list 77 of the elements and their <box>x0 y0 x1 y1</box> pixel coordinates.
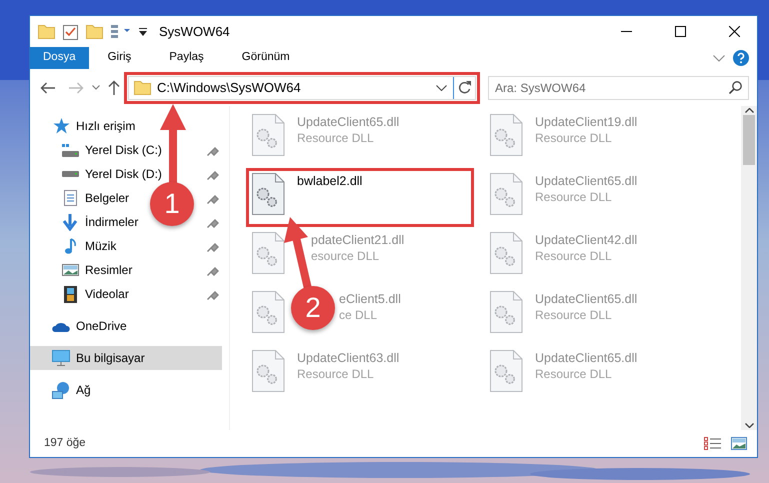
checklist-icon[interactable] <box>63 24 78 40</box>
ribbon-tab[interactable]: Görünüm <box>222 47 309 69</box>
pin-icon[interactable] <box>207 240 219 252</box>
landscape-image-icon <box>62 264 78 276</box>
gear-file-icon[interactable] <box>490 232 523 274</box>
computer-icon <box>52 350 70 366</box>
document-icon <box>64 190 76 206</box>
pin-icon[interactable] <box>207 288 219 300</box>
pin-icon[interactable] <box>207 144 219 156</box>
search-icon <box>729 81 742 94</box>
window-title: SysWOW64 <box>159 22 231 41</box>
file-type: Resource DLL <box>297 366 375 382</box>
folder-icon[interactable] <box>86 24 103 40</box>
sidebar-item[interactable]: İndirmeler <box>61 213 138 231</box>
sidebar-item[interactable]: OneDrive <box>52 317 127 335</box>
drive-icon <box>62 144 78 156</box>
gear-file-icon[interactable] <box>252 350 285 392</box>
item-count: 197 öğe <box>44 436 87 451</box>
forward-icon[interactable] <box>69 82 84 94</box>
scroll-up-icon[interactable] <box>744 108 754 113</box>
ribbon-tab[interactable]: Paylaş <box>150 47 223 69</box>
gear-file-icon[interactable] <box>490 114 523 156</box>
sidebar-item[interactable]: Hızlı erişim <box>52 117 136 135</box>
gear-file-icon[interactable] <box>490 173 523 215</box>
download-arrow-icon <box>62 214 78 230</box>
back-icon[interactable] <box>40 82 55 94</box>
network-icon <box>52 382 70 398</box>
pin-icon[interactable] <box>207 192 219 204</box>
file-tab[interactable]: Dosya <box>30 47 89 69</box>
scroll-down-icon[interactable] <box>744 423 754 428</box>
sidebar-item[interactable]: Yerel Disk (C:) <box>61 141 162 159</box>
sidebar-item[interactable]: Müzik <box>61 237 116 255</box>
cloud-icon <box>52 320 70 332</box>
search-field[interactable]: Ara: SysWOW64 <box>488 76 749 100</box>
gear-file-icon[interactable] <box>252 173 285 215</box>
file-name[interactable]: bwlabel2.dll <box>297 173 362 189</box>
music-note-icon <box>64 238 76 254</box>
chevron-down-icon[interactable] <box>713 54 725 62</box>
file-type: Resource DLL <box>535 307 613 323</box>
scrollbar-thumb[interactable] <box>743 115 755 165</box>
pin-icon[interactable] <box>207 264 219 276</box>
close-icon <box>728 26 740 37</box>
film-icon <box>64 286 76 302</box>
large-icons-view-icon[interactable] <box>731 437 747 450</box>
help-icon[interactable] <box>733 50 749 66</box>
list-dropdown-icon[interactable] <box>111 24 131 38</box>
file-type: Resource DLL <box>535 248 613 264</box>
gear-file-icon[interactable] <box>490 350 523 392</box>
sidebar-item[interactable]: Resimler <box>61 261 132 279</box>
sidebar-item[interactable]: Videolar <box>61 285 129 303</box>
file-type: Resource DLL <box>535 366 613 382</box>
refresh-icon[interactable] <box>458 81 471 94</box>
file-type: Resource DLL <box>535 189 613 205</box>
chevron-down-icon[interactable] <box>92 85 100 90</box>
file-type: esource DLL <box>311 248 380 264</box>
sidebar-item[interactable]: Bu bilgisayar <box>52 349 145 367</box>
pin-icon[interactable] <box>207 168 219 180</box>
sidebar-item[interactable]: Yerel Disk (D:) <box>61 165 162 183</box>
gear-file-icon[interactable] <box>252 291 285 333</box>
gear-file-icon[interactable] <box>490 291 523 333</box>
details-view-icon[interactable] <box>704 437 721 450</box>
gear-file-icon[interactable] <box>252 232 285 274</box>
maximize-icon <box>674 26 686 37</box>
file-type: Resource DLL <box>297 130 375 146</box>
file-type: ce DLL <box>339 307 378 323</box>
file-type: Resource DLL <box>535 130 613 146</box>
drive-icon <box>62 171 78 177</box>
sidebar-item[interactable]: Belgeler <box>61 189 130 207</box>
gear-file-icon[interactable] <box>252 114 285 156</box>
ribbon-tab[interactable]: Giriş <box>88 47 150 69</box>
sidebar-item[interactable]: Ağ <box>52 381 91 399</box>
dropdown-icon[interactable] <box>139 28 147 36</box>
chevron-down-icon <box>436 84 447 90</box>
pin-icon[interactable] <box>207 216 219 228</box>
star-icon <box>52 118 70 134</box>
folder-icon[interactable] <box>38 24 55 40</box>
up-icon[interactable] <box>108 80 120 95</box>
